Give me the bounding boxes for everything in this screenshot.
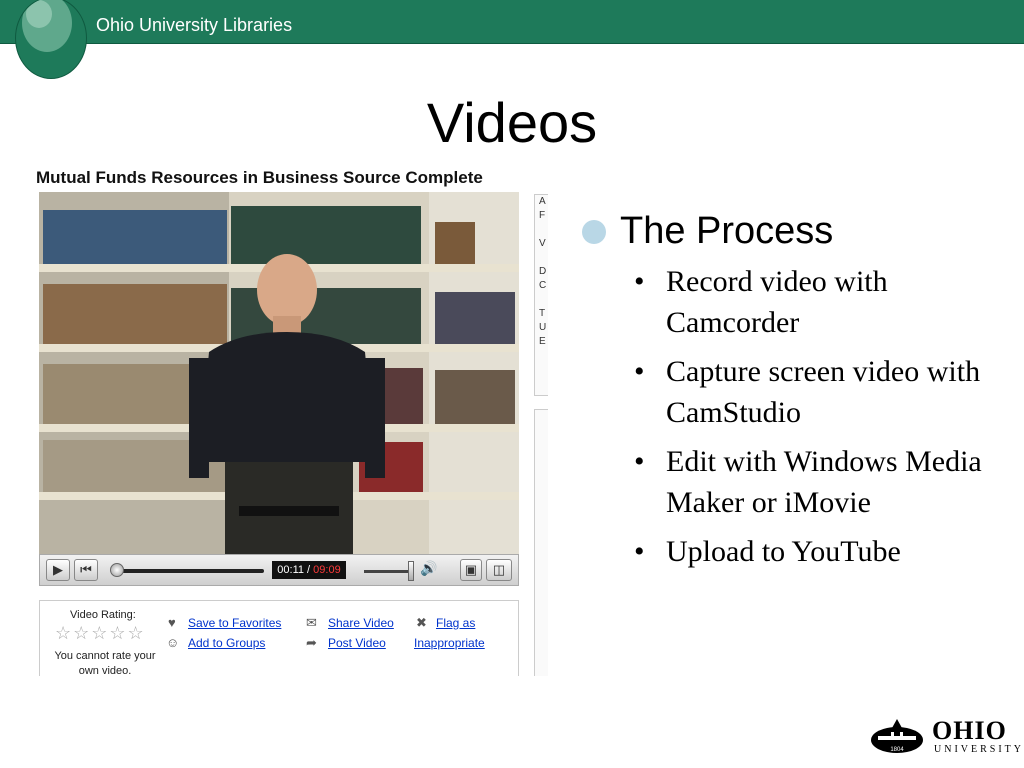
group-icon: ☺: [166, 635, 180, 650]
bullet-item: • Capture screen video with CamStudio: [582, 351, 1002, 433]
seal-year: 1804: [890, 747, 904, 753]
time-display: 00:11 / 09:09: [272, 561, 346, 579]
rating-note: You cannot rate your own video.: [54, 650, 156, 676]
video-heading: Mutual Funds Resources in Business Sourc…: [36, 168, 483, 187]
bullet-item: • Edit with Windows Media Maker or iMovie: [582, 441, 1002, 523]
fullscreen-icon[interactable]: ◫: [486, 559, 512, 581]
bullet-point-icon: •: [634, 265, 645, 298]
post-icon: ➦: [306, 635, 317, 650]
envelope-icon: ✉: [306, 615, 317, 630]
volume-slider[interactable]: [364, 570, 414, 573]
rewind-icon[interactable]: ⏮: [74, 559, 98, 581]
volume-handle[interactable]: [408, 561, 414, 581]
side-info-column: AFVDCTUE: [534, 194, 548, 396]
time-current: 00:11: [277, 564, 304, 576]
youtube-screenshot: Mutual Funds Resources in Business Sourc…: [36, 164, 548, 676]
bullet-item-text: Record video with Camcorder: [666, 265, 888, 339]
flag-as-link[interactable]: Flag as: [436, 616, 475, 630]
star-rating[interactable]: ☆☆☆☆☆: [55, 623, 146, 644]
ohio-wordmark: OHIO: [932, 716, 1007, 745]
bullet-point-icon: •: [634, 535, 645, 568]
logo-highlight-small: [26, 0, 52, 28]
bullet-item-text: Upload to YouTube: [666, 535, 901, 568]
process-bullets: The Process • Record video with Camcorder…: [582, 210, 1002, 580]
save-to-favorites-link[interactable]: Save to Favorites: [188, 616, 281, 630]
bullet-heading: The Process: [582, 210, 1002, 253]
flag-icon: ✖: [416, 615, 427, 630]
side-related-column: [534, 409, 548, 676]
share-video-link[interactable]: Share Video: [328, 616, 394, 630]
seek-bar[interactable]: [116, 569, 264, 573]
player-controls: ▶ ⏮ 00:11 / 09:09 🔊 ▣ ◫: [39, 554, 519, 586]
time-separator: /: [304, 564, 314, 576]
inappropriate-link[interactable]: Inappropriate: [414, 636, 485, 650]
bullet-item: • Record video with Camcorder: [582, 261, 1002, 343]
bullet-dot-icon: [582, 220, 606, 244]
ohio-university-logo: 1804 OHIO UNIVERSITY: [870, 716, 1021, 758]
bullet-point-icon: •: [634, 355, 645, 388]
play-icon[interactable]: ▶: [46, 559, 70, 581]
bullet-point-icon: •: [634, 445, 645, 478]
heart-icon: ♥: [168, 615, 176, 630]
bullet-item: • Upload to YouTube: [582, 531, 1002, 572]
university-wordmark: UNIVERSITY: [934, 744, 1024, 755]
post-video-link[interactable]: Post Video: [328, 636, 386, 650]
video-actions-panel: Video Rating: ☆☆☆☆☆ You cannot rate your…: [39, 600, 519, 676]
bullet-item-text: Edit with Windows Media Maker or iMovie: [666, 445, 982, 519]
speaker-icon[interactable]: 🔊: [420, 560, 437, 577]
libraries-logo-icon: [16, 0, 86, 78]
rating-label: Video Rating:: [70, 609, 136, 621]
time-total: 09:09: [313, 564, 341, 576]
bullet-heading-text: The Process: [620, 210, 834, 252]
bullet-item-text: Capture screen video with CamStudio: [666, 355, 981, 429]
cupola-seal-icon: 1804: [871, 719, 923, 753]
widescreen-icon[interactable]: ▣: [460, 559, 482, 581]
slide-title: Videos: [426, 91, 598, 154]
header-title: Ohio University Libraries: [96, 15, 293, 35]
add-to-groups-link[interactable]: Add to Groups: [188, 636, 265, 650]
seek-handle[interactable]: [110, 563, 124, 577]
video-player[interactable]: [39, 192, 519, 554]
video-frame-image: [39, 192, 519, 554]
